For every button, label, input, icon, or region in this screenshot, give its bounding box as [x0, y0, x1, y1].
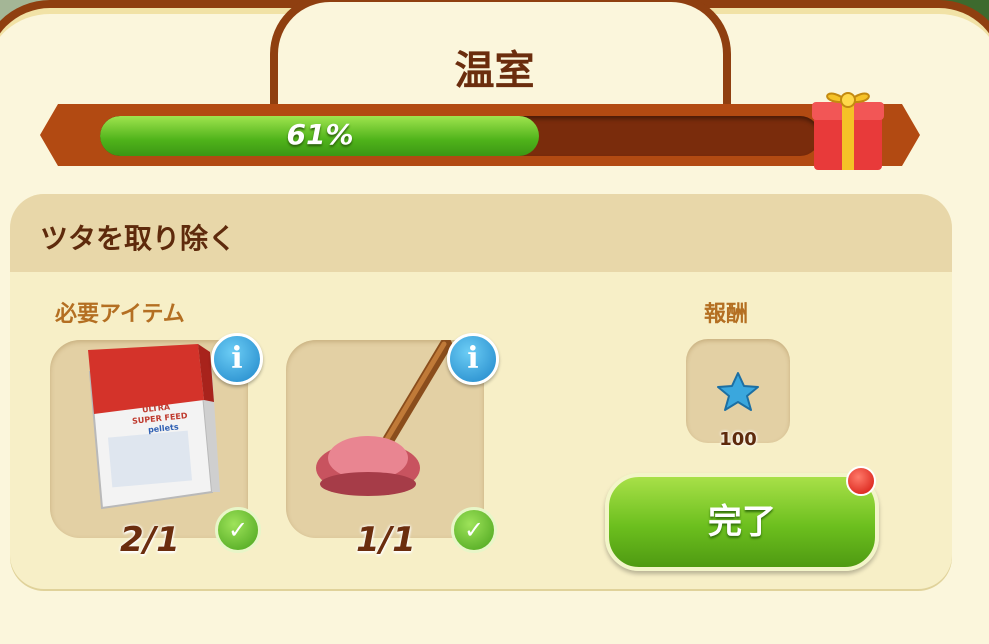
item-count-2: 1/1 — [356, 520, 416, 560]
plunger-icon — [316, 340, 452, 496]
gift-icon[interactable] — [808, 74, 888, 174]
info-button-item-2[interactable]: i — [447, 333, 499, 385]
reward-amount: 100 — [719, 429, 757, 450]
notification-dot — [846, 466, 876, 496]
blue-star-icon — [717, 372, 759, 411]
reward-slot — [686, 339, 790, 443]
info-button-item-1[interactable]: i — [211, 333, 263, 385]
reward-label: 報酬 — [704, 302, 749, 327]
progress-label: 61% — [286, 118, 354, 151]
item-count-1: 2/1 — [120, 520, 180, 560]
complete-button[interactable]: 完了 — [605, 473, 879, 571]
required-items-label: 必要アイテム — [55, 302, 185, 327]
check-icon: ✓ — [451, 507, 497, 553]
check-icon: ✓ — [215, 507, 261, 553]
task-name: ツタを取り除く — [40, 222, 237, 255]
